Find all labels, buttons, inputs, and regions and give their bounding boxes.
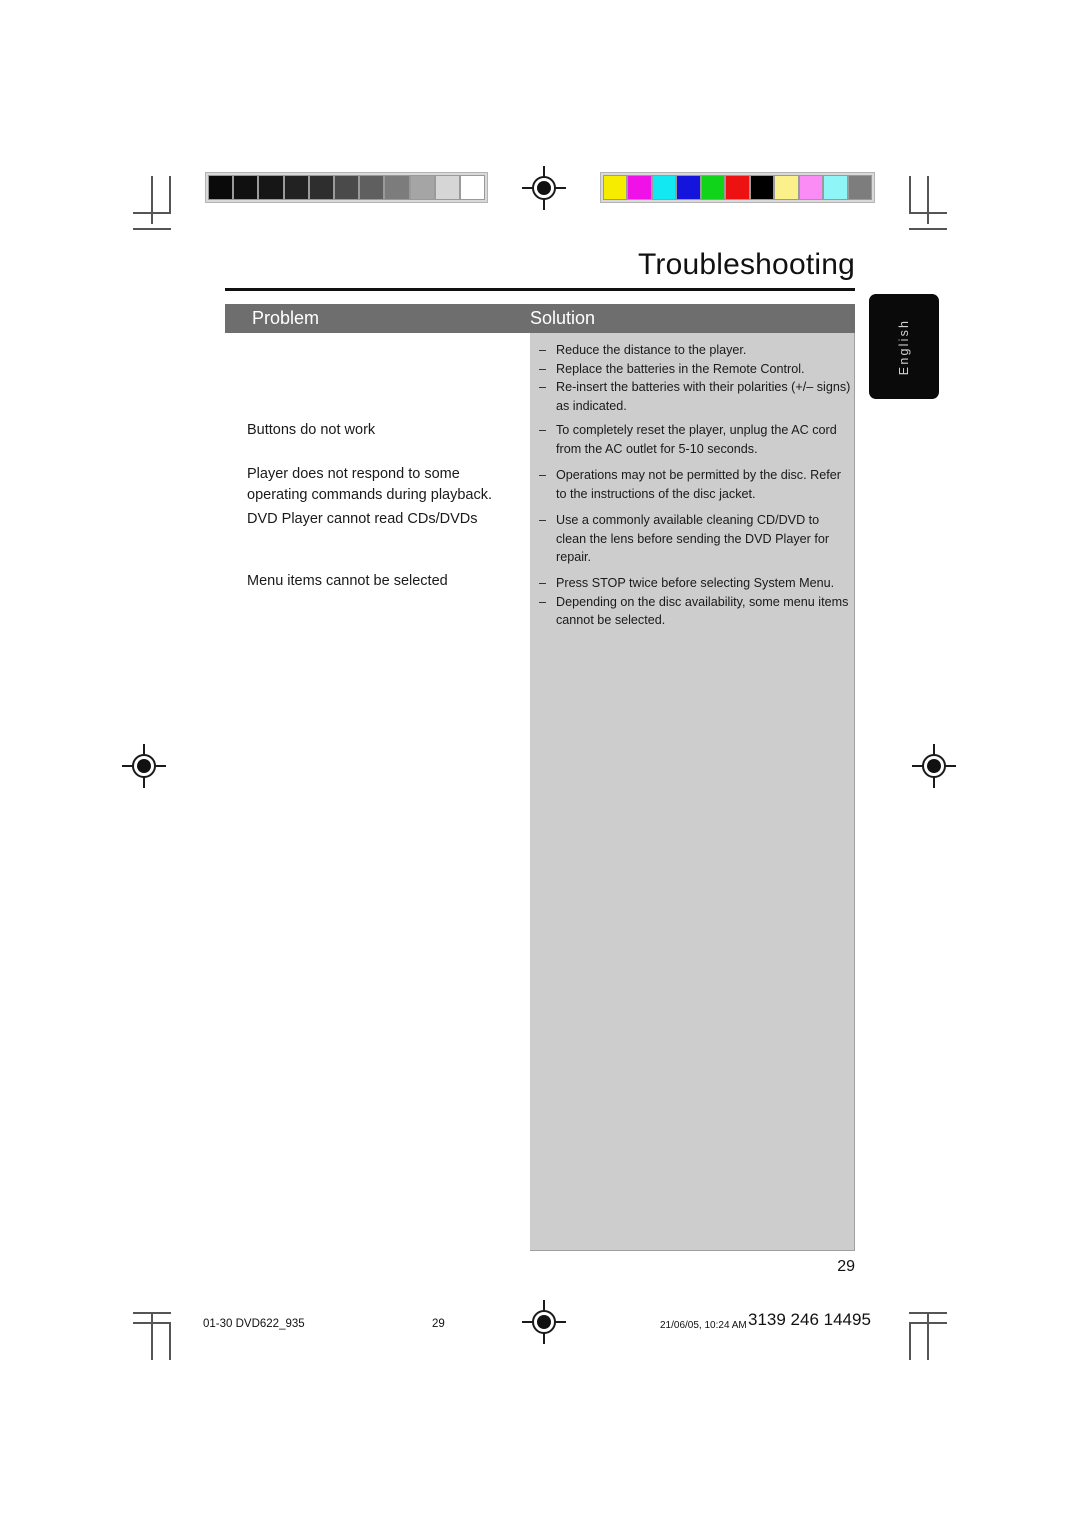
grayscale-patch-6 — [359, 175, 385, 200]
footer-page-number: 29 — [432, 1318, 445, 1330]
column-header-problem: Problem — [252, 308, 320, 328]
footer-document-number: 3139 246 14495 — [748, 1310, 871, 1329]
solution-item-text: Replace the batteries in the Remote Cont… — [556, 361, 805, 376]
color-patch-10 — [847, 175, 872, 200]
color-patch-4 — [700, 175, 726, 200]
grayscale-patch-4 — [308, 175, 334, 200]
color-patch-6 — [749, 175, 775, 200]
solution-group: – To completely reset the player, unplug… — [539, 421, 851, 458]
registration-mark-left — [122, 744, 166, 788]
color-patch-9 — [823, 175, 848, 200]
title-divider — [225, 288, 855, 291]
bullet-dash-icon: – — [539, 361, 547, 376]
grayscale-patch-2 — [258, 175, 284, 200]
registration-mark-top — [522, 166, 566, 210]
color-calibration-bar — [600, 172, 875, 203]
solution-item-text: To completely reset the player, unplug t… — [556, 423, 837, 456]
language-tab-label: English — [897, 318, 911, 375]
bullet-dash-icon: – — [539, 468, 547, 482]
grayscale-patch-8 — [409, 175, 435, 200]
grayscale-patch-1 — [233, 175, 259, 200]
registration-mark-bottom — [522, 1300, 566, 1344]
document-page: Troubleshooting Problem Solution Buttons… — [0, 0, 1080, 1528]
solution-item: – Depending on the disc availability, so… — [539, 593, 851, 630]
bullet-dash-icon: – — [539, 576, 547, 590]
solution-item: – Replace the batteries in the Remote Co… — [539, 360, 851, 379]
solution-item: – Use a commonly available cleaning CD/D… — [539, 511, 851, 567]
footer-filename: 01-30 DVD622_935 — [203, 1318, 305, 1330]
grayscale-patch-5 — [333, 175, 360, 200]
grayscale-patch-0 — [208, 175, 234, 200]
solution-item-text: Reduce the distance to the player. — [556, 343, 747, 357]
solution-item-text: Depending on the disc availability, some… — [556, 594, 849, 628]
problem-entry: Buttons do not work — [247, 422, 376, 438]
language-tab: English — [869, 294, 939, 399]
solution-item: – To completely reset the player, unplug… — [539, 421, 851, 458]
solution-item-text: Re-insert the batteries with their polar… — [556, 380, 851, 413]
solution-item: – Press STOP twice before selecting Syst… — [539, 574, 851, 593]
bullet-dash-icon: – — [539, 594, 547, 609]
solution-item: – Operations may not be permitted by the… — [539, 466, 851, 503]
bullet-dash-icon: – — [539, 380, 547, 395]
color-patch-3 — [676, 175, 701, 200]
solution-item: – Re-insert the batteries with their pol… — [539, 378, 851, 415]
solution-group: – Press STOP twice before selecting Syst… — [539, 574, 851, 630]
color-patch-2 — [651, 175, 677, 200]
bullet-dash-icon: – — [539, 343, 547, 357]
grayscale-patch-10 — [459, 175, 486, 200]
color-patch-7 — [774, 175, 799, 200]
grayscale-patch-9 — [434, 175, 460, 200]
bullet-dash-icon: – — [539, 423, 547, 437]
grayscale-patch-7 — [384, 175, 410, 200]
column-header-solution: Solution — [530, 308, 596, 328]
grayscale-patch-3 — [283, 175, 309, 200]
solution-item-text: Use a commonly available cleaning CD/DVD… — [556, 513, 830, 565]
table-header-bar: Problem Solution — [225, 304, 855, 333]
grayscale-calibration-bar — [205, 172, 488, 203]
solution-group: – Reduce the distance to the player. – R… — [539, 341, 851, 415]
solution-group: – Use a commonly available cleaning CD/D… — [539, 511, 851, 567]
color-patch-8 — [798, 175, 824, 200]
solution-item-text: Operations may not be permitted by the d… — [556, 468, 841, 501]
page-number: 29 — [837, 1258, 855, 1275]
problem-entry: Player does not respond to some operatin… — [247, 466, 493, 503]
registration-mark-right — [912, 744, 956, 788]
solution-item-text: Press STOP twice before selecting System… — [556, 576, 835, 590]
page-title: Troubleshooting — [637, 248, 855, 281]
solution-item: – Reduce the distance to the player. — [539, 341, 851, 360]
color-patch-5 — [725, 175, 750, 200]
solution-group: – Operations may not be permitted by the… — [539, 466, 851, 503]
problem-entry: DVD Player cannot read CDs/DVDs — [247, 511, 478, 527]
problem-entry: Menu items cannot be selected — [247, 573, 448, 589]
bullet-dash-icon: – — [539, 513, 547, 527]
color-patch-1 — [627, 175, 652, 200]
footer-timestamp: 21/06/05, 10:24 AM — [660, 1320, 747, 1331]
color-patch-0 — [603, 175, 628, 200]
